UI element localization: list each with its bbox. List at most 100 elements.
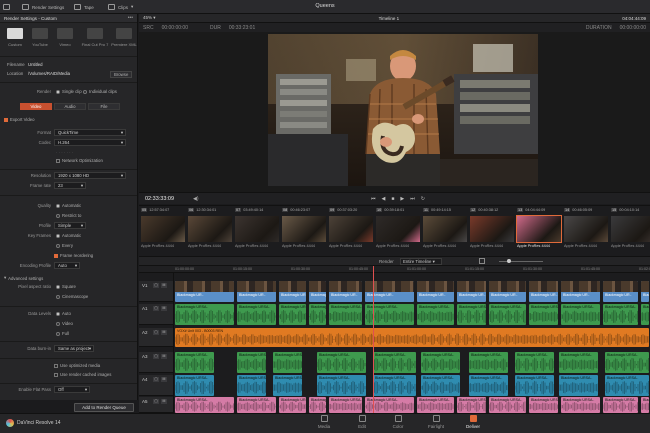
more-options-icon[interactable]: •••	[128, 15, 133, 21]
track-header-a2[interactable]: A2 ▢ M	[139, 328, 173, 347]
clip-thumbnail[interactable]	[282, 216, 326, 242]
audio-clip[interactable]: Blackmagic URSA..	[559, 375, 598, 396]
play-reverse-icon[interactable]: ◀	[382, 196, 386, 202]
audio-clip[interactable]: Blackmagic URSA..	[515, 352, 554, 373]
track-header-a5[interactable]: A5 ▢ M	[139, 397, 173, 413]
format-select[interactable]: QuickTime ▾	[54, 129, 126, 136]
audio-clip[interactable]: Blackmagic URSA..	[417, 304, 454, 325]
track-lock-icon[interactable]: ▢	[153, 399, 159, 404]
zoom-slider[interactable]	[499, 261, 543, 262]
track-lock-icon[interactable]: ▢	[153, 330, 159, 335]
clip-thumbnail[interactable]	[141, 216, 185, 242]
audio-clip[interactable]: Blackmagic URSA..	[279, 304, 306, 325]
nav-media[interactable]: Media	[309, 415, 339, 429]
clip-thumbnail[interactable]	[235, 216, 279, 242]
video-clip[interactable]: Blackmagic UR..	[237, 281, 276, 302]
track-header-a3[interactable]: A3 ▢ M	[139, 352, 173, 373]
audio-clip[interactable]: Blackmagic URSA..	[273, 375, 302, 396]
audio-clip[interactable]: Blackmagic URSA..	[489, 397, 526, 413]
restrict-to-radio[interactable]: Restrict to	[56, 213, 81, 218]
track-mute-button[interactable]: M	[161, 306, 167, 311]
framerate-select[interactable]: 23 ▾	[54, 182, 86, 189]
filename-field[interactable]: Untitled	[28, 62, 43, 67]
clip-thumbnail[interactable]	[329, 216, 373, 242]
nav-deliver[interactable]: Deliver	[458, 415, 488, 429]
audio-clip[interactable]: Blackmagic URSA..	[489, 304, 526, 325]
audio-clip[interactable]: Blackmagic URSA..	[559, 352, 598, 373]
preset-vimeo[interactable]: Vimeo	[53, 28, 77, 48]
audio-clip[interactable]: Blackmagic URSA..	[175, 397, 234, 413]
track-header-a4[interactable]: A4 ▢ M	[139, 375, 173, 396]
zoom-select[interactable]: 45% ▾	[143, 15, 156, 21]
stop-icon[interactable]: ■	[391, 196, 394, 202]
quality-automatic-radio[interactable]: Automatic	[56, 203, 81, 208]
audio-clip[interactable]: Blackmagic URSA..	[309, 397, 326, 413]
data-levels-full-radio[interactable]: Full	[56, 331, 69, 336]
audio-clip[interactable]: Blackmagic URSA..	[309, 304, 326, 325]
keyframes-every-radio[interactable]: Every	[56, 243, 73, 248]
clip-thumbnail[interactable]	[188, 216, 232, 242]
audio-clip[interactable]: Blackmagic URSA..	[641, 397, 649, 413]
audio-clip[interactable]: Blackmagic URSA..	[273, 352, 302, 373]
video-clip[interactable]: Blackmagic UR..	[457, 281, 486, 302]
go-to-start-icon[interactable]: ⏮	[371, 196, 376, 202]
audio-clip[interactable]: Blackmagic URSA..	[175, 375, 214, 396]
video-clip[interactable]: Blackmagic UR..	[641, 281, 649, 302]
tab-video[interactable]: Video	[20, 103, 52, 110]
clip-thumbnail[interactable]	[516, 215, 562, 243]
clip-thumbnail[interactable]	[376, 216, 420, 242]
audio-clip[interactable]: Blackmagic URSA..	[373, 352, 416, 373]
loop-icon[interactable]: ↻	[421, 196, 425, 202]
preset-custom[interactable]: Custom	[3, 28, 27, 48]
audio-clip[interactable]: Blackmagic URSA..	[237, 375, 266, 396]
render-range-select[interactable]: Entire Timeline ▾	[400, 258, 442, 265]
video-frame[interactable]	[268, 34, 538, 186]
individual-clips-radio[interactable]: Individual clips	[83, 89, 117, 94]
track-mute-button[interactable]: M	[161, 377, 167, 382]
preset-youtube[interactable]: YouTube	[28, 28, 52, 48]
encoding-profile-select[interactable]: Auto ▾	[54, 262, 80, 269]
playhead-line[interactable]	[373, 266, 374, 413]
audio-clip[interactable]: Blackmagic URSA..	[605, 352, 649, 373]
audio-clip[interactable]: Blackmagic URSA..	[605, 375, 649, 396]
audio-clip[interactable]: Blackmagic URSA..	[515, 375, 554, 396]
resolution-select[interactable]: 1920 x 1080 HD ▾	[54, 172, 126, 179]
network-optimization-checkbox[interactable]: Network Optimization	[56, 158, 103, 163]
audio-clip[interactable]: Blackmagic URSA..	[457, 397, 486, 413]
video-clip[interactable]: Blackmagic UR..	[175, 281, 234, 302]
location-field[interactable]: /Volumes/RAID/Media	[28, 71, 70, 76]
use-render-cached-checkbox[interactable]: Use render cached images	[54, 372, 111, 377]
video-clip[interactable]: Blackmagic UR..	[529, 281, 558, 302]
audio-clip[interactable]: Blackmagic URSA..	[175, 352, 214, 373]
audio-clip[interactable]: Blackmagic URSA..	[279, 397, 306, 413]
track-mute-button[interactable]: M	[161, 399, 167, 404]
audio-clip[interactable]: Blackmagic URSA..	[237, 397, 276, 413]
audio-clip[interactable]: Blackmagic URSA..	[603, 397, 638, 413]
clip-thumbnail[interactable]	[611, 216, 650, 242]
audio-clip[interactable]: Blackmagic URSA..	[457, 304, 486, 325]
track-mute-button[interactable]: M	[161, 330, 167, 335]
export-video-checkbox[interactable]: Export Video	[4, 117, 35, 122]
enable-flat-pass-select[interactable]: Off ▾	[54, 386, 90, 393]
clip-thumbnail[interactable]	[470, 216, 514, 242]
audio-clip[interactable]: Blackmagic URSA..	[529, 397, 558, 413]
frame-reordering-checkbox[interactable]: Frame reordering	[54, 253, 93, 258]
audio-clip[interactable]: Blackmagic URSA..	[529, 304, 558, 325]
video-clip[interactable]: Blackmagic UR..	[309, 281, 326, 302]
track-lock-icon[interactable]: ▢	[153, 283, 159, 288]
track-mute-button[interactable]: M	[161, 354, 167, 359]
timeline-view-icon[interactable]	[479, 258, 485, 264]
audio-clip[interactable]: Blackmagic URSA..	[561, 397, 600, 413]
track-lock-icon[interactable]: ▢	[153, 377, 159, 382]
video-clip[interactable]: Blackmagic UR..	[489, 281, 526, 302]
audio-clip[interactable]: Blackmagic URSA..	[237, 352, 266, 373]
audio-clip[interactable]: Blackmagic URSA..	[317, 375, 366, 396]
audio-clip[interactable]: VOX# Unit 003 - B0003 REN	[175, 328, 649, 347]
audio-clip[interactable]: Blackmagic URSA..	[417, 397, 454, 413]
track-header-a1[interactable]: A1 ▢ M	[139, 304, 173, 325]
track-mute-button[interactable]: M	[161, 283, 167, 288]
cinemascope-radio[interactable]: Cinemascope	[56, 294, 88, 299]
preset-final-cut-pro[interactable]: Final Cut Pro 7	[80, 28, 110, 48]
video-clip[interactable]: Blackmagic UR..	[329, 281, 362, 302]
audio-clip[interactable]: Blackmagic URSA..	[329, 397, 362, 413]
